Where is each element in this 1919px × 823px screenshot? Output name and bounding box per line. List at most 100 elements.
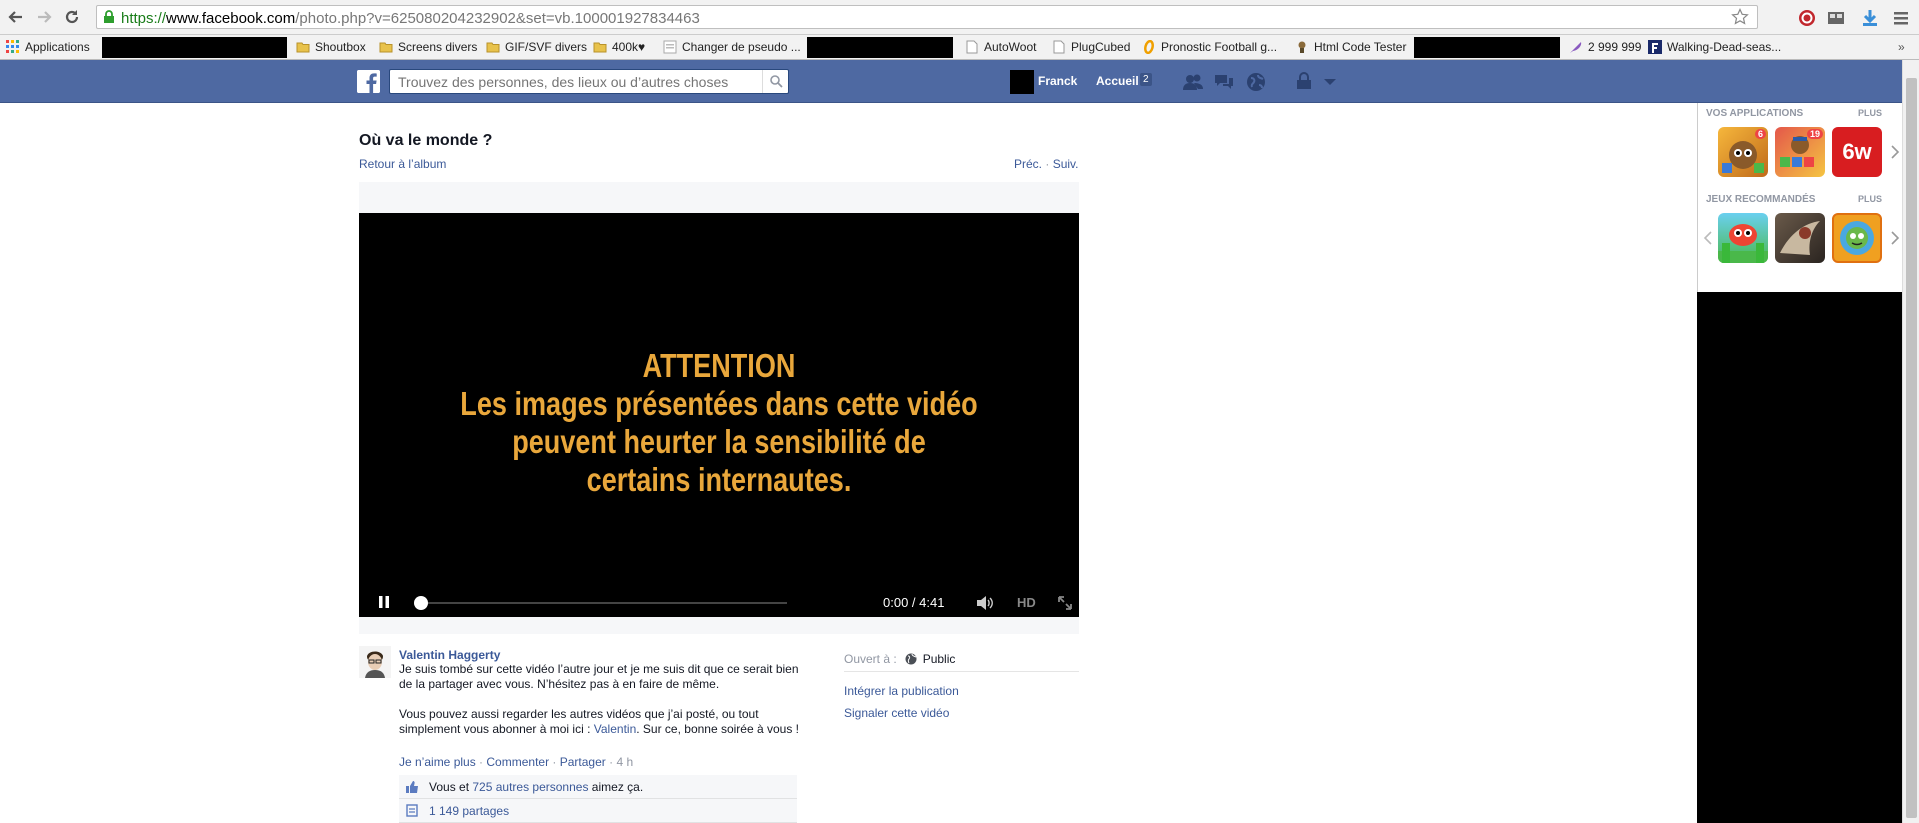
app-badge: 6 (1754, 129, 1766, 139)
audience-row: Ouvert à : Public (844, 646, 1079, 672)
forward-arrow-icon[interactable] (34, 7, 54, 27)
open-to-label: Ouvert à : (844, 651, 897, 666)
bookmark-walking-dead[interactable]: Walking-Dead-seas... (1648, 38, 1781, 56)
video-progress-handle[interactable] (414, 596, 428, 610)
folder-icon (296, 40, 310, 54)
page-scrollbar[interactable] (1902, 60, 1919, 823)
video-progress-track[interactable] (417, 602, 787, 604)
scrollbar-thumb[interactable] (1906, 78, 1917, 818)
bookmark-label: Applications (25, 40, 90, 54)
game-tile[interactable] (1832, 213, 1882, 263)
comment-link[interactable]: Commenter (486, 755, 549, 769)
bookmark-pronostic-football[interactable]: Pronostic Football g... (1142, 38, 1277, 56)
bookmark-applications[interactable]: Applications (6, 38, 90, 56)
bookmark-autowoot[interactable]: AutoWoot (965, 38, 1036, 56)
lock-icon (102, 10, 116, 24)
search-box (389, 69, 789, 94)
bookmark-400k[interactable]: 400k♥ (593, 38, 645, 56)
games-more-link[interactable]: PLUS (1858, 194, 1882, 204)
feather-icon (1569, 40, 1583, 54)
folder-icon (593, 40, 607, 54)
friend-requests-icon[interactable] (1182, 71, 1204, 93)
likes-row: Vous et 725 autres personnes aimez ça. (399, 775, 797, 799)
home-link[interactable]: Accueil (1096, 74, 1139, 88)
avatar[interactable] (1010, 70, 1034, 94)
hd-toggle[interactable]: HD (1017, 595, 1036, 610)
account-chevron-down-icon[interactable] (1319, 71, 1341, 93)
stop-extension-icon[interactable] (1797, 8, 1817, 28)
page-icon (663, 40, 677, 54)
bookmark-star-icon[interactable] (1731, 8, 1749, 26)
fullscreen-icon[interactable] (1057, 595, 1073, 611)
next-link[interactable]: Suiv. (1053, 157, 1079, 171)
app-tile[interactable]: 6 (1718, 127, 1768, 177)
post-sidebar: Ouvert à : Public Intégrer la publicatio… (844, 646, 1079, 720)
game-tile[interactable] (1718, 213, 1768, 263)
game-tile[interactable] (1775, 213, 1825, 263)
app-tile-label: 6w (1842, 139, 1872, 164)
bookmark-gif-svf-divers[interactable]: GIF/SVF divers (486, 38, 587, 56)
apps-more-link[interactable]: PLUS (1858, 108, 1882, 118)
back-to-album-link[interactable]: Retour à l’album (359, 157, 446, 171)
pause-icon[interactable] (377, 595, 391, 609)
post-time: 4 h (616, 755, 634, 769)
notifications-globe-icon[interactable] (1245, 71, 1267, 93)
video-warning-text: ATTENTION Les images présentées dans cet… (424, 347, 1014, 499)
download-extension-icon[interactable] (1860, 8, 1880, 28)
reload-icon[interactable] (62, 7, 82, 27)
menu-icon[interactable] (1891, 8, 1911, 28)
bookmark-shoutbox[interactable]: Shoutbox (296, 38, 366, 56)
bookmark-html-code-tester[interactable]: Html Code Tester (1295, 38, 1406, 56)
unlike-link[interactable]: Je n’aime plus (399, 755, 476, 769)
app-tile[interactable]: 19 (1775, 127, 1825, 177)
valentin-link[interactable]: Valentin (594, 722, 636, 736)
bookmark-label: 2 999 999 (1588, 40, 1642, 54)
embed-post-link[interactable]: Intégrer la publication (844, 684, 1079, 698)
search-icon[interactable] (762, 70, 788, 93)
games-prev-chevron-icon[interactable] (1703, 231, 1713, 245)
address-bar[interactable]: https://www.facebook.com/photo.php?v=625… (96, 5, 1758, 29)
volume-icon[interactable] (976, 595, 994, 611)
bookmark-label: Walking-Dead-seas... (1667, 40, 1782, 54)
games-next-chevron-icon[interactable] (1890, 231, 1900, 245)
messages-icon[interactable] (1213, 71, 1235, 93)
bookmark-screens-divers[interactable]: Screens divers (379, 38, 477, 56)
post-paragraph: Vous pouvez aussi regarder les autres vi… (399, 707, 811, 737)
likers-link[interactable]: 725 autres personnes (472, 780, 588, 794)
back-arrow-icon[interactable] (6, 7, 26, 27)
bookmark-plugcubed[interactable]: PlugCubed (1052, 38, 1130, 56)
apps-next-chevron-icon[interactable] (1890, 145, 1900, 159)
shares-icon (405, 803, 419, 818)
bookmark-2999999[interactable]: 2 999 999 (1569, 38, 1641, 56)
folder-icon (379, 40, 393, 54)
home-count-badge: 2 (1140, 73, 1152, 86)
bookmarks-bar: Applications Shoutbox Screens divers GIF… (0, 35, 1919, 60)
privacy-shortcuts-icon[interactable] (1293, 71, 1315, 93)
video-player[interactable]: ATTENTION Les images présentées dans cet… (359, 213, 1079, 617)
audience-value[interactable]: Public (923, 652, 956, 666)
post-text: . Sur ce, bonne soirée à vous ! (636, 722, 800, 736)
search-input[interactable] (390, 70, 760, 93)
prev-next-nav: Préc. · Suiv. (1014, 157, 1079, 171)
post-actions: Je n’aime plus · Commenter · Partager · … (399, 755, 634, 769)
report-video-link[interactable]: Signaler cette vidéo (844, 706, 1079, 720)
bookmarks-overflow-icon[interactable]: » (1898, 38, 1905, 56)
profile-link[interactable]: Franck (1038, 74, 1077, 88)
apps-heading: VOS APPLICATIONS (1706, 108, 1804, 119)
facebook-logo-icon[interactable] (357, 70, 380, 93)
author-avatar[interactable] (359, 646, 391, 678)
bookmark-label: AutoWoot (984, 40, 1037, 54)
bookmark-changer-pseudo[interactable]: Changer de pseudo ... (663, 38, 801, 56)
author-name-link[interactable]: Valentin Haggerty (399, 648, 500, 662)
page-title: Où va le monde ? (359, 132, 493, 149)
bookmark-label: PlugCubed (1071, 40, 1131, 54)
app-tile[interactable]: 6w (1832, 127, 1882, 177)
share-link[interactable]: Partager (560, 755, 606, 769)
facebook-header: Franck Accueil 2 (0, 60, 1902, 103)
shares-link[interactable]: 1 149 partages (429, 804, 509, 818)
browser-toolbar: https://www.facebook.com/photo.php?v=625… (0, 0, 1919, 35)
games-heading: JEUX RECOMMANDÉS (1706, 194, 1816, 205)
incognito-extension-icon[interactable] (1826, 8, 1846, 28)
prev-link[interactable]: Préc. (1014, 157, 1042, 171)
f-logo-icon (1648, 40, 1662, 54)
